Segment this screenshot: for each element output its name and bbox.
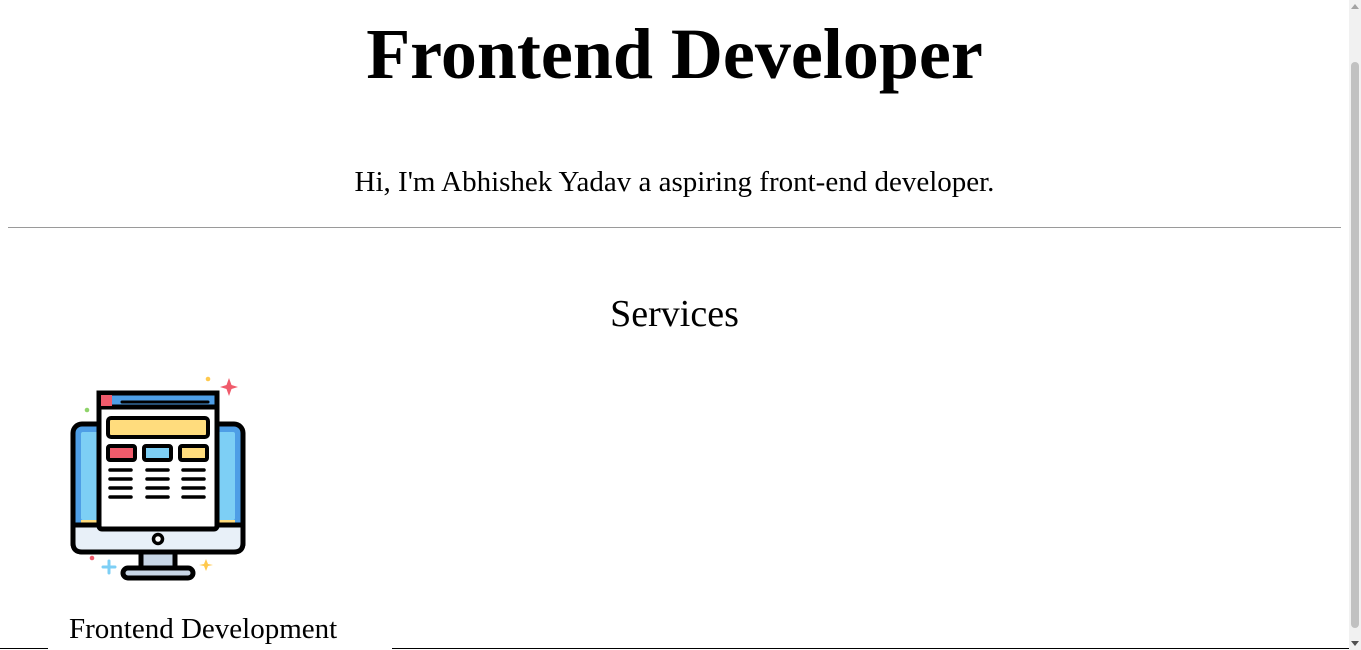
- services-heading: Services: [610, 293, 739, 335]
- page: Frontend Developer Hi, I'm Abhishek Yada…: [0, 0, 1349, 650]
- section-divider: [8, 227, 1341, 228]
- monitor-web-design-icon: [70, 376, 246, 581]
- bottom-border-left: [0, 648, 48, 649]
- vertical-scrollbar[interactable]: [1349, 0, 1361, 650]
- scroll-up-arrow-icon[interactable]: [1351, 4, 1359, 9]
- bottom-border-right: [392, 648, 1349, 649]
- service-card-frontend-development: Frontend Development: [56, 372, 366, 650]
- intro-text: Hi, I'm Abhishek Yadav a aspiring front-…: [354, 166, 995, 198]
- page-title: Frontend Developer: [366, 14, 983, 94]
- scroll-thumb[interactable]: [1351, 62, 1359, 628]
- service-label: Frontend Development: [69, 613, 338, 645]
- scroll-down-arrow-icon[interactable]: [1351, 641, 1359, 646]
